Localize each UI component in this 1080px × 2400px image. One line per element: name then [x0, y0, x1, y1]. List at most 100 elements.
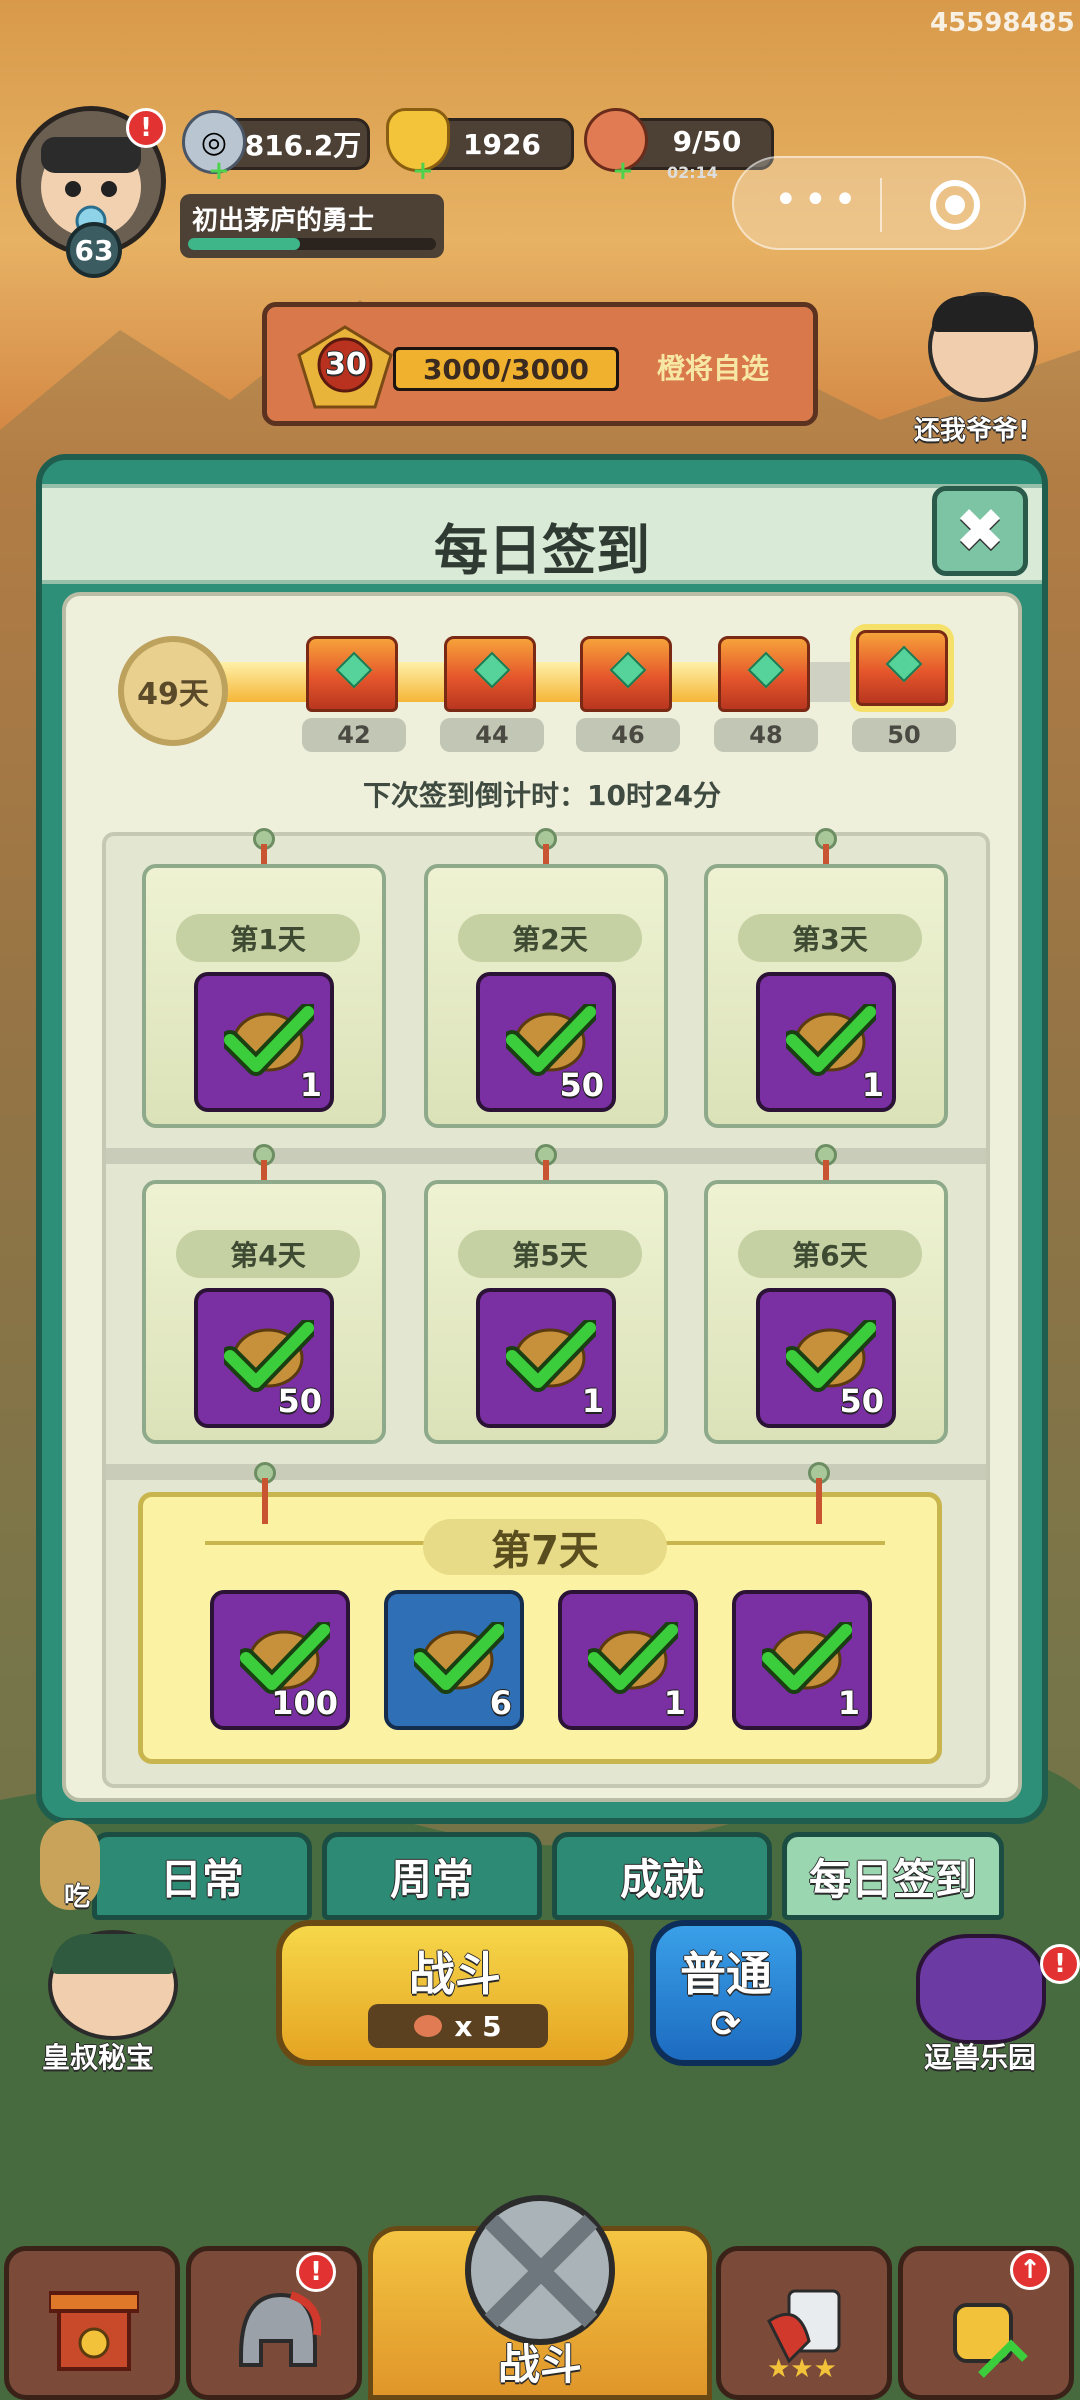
milestone-chest-42[interactable] — [306, 636, 398, 712]
day7-reward-item[interactable]: 1 — [732, 1590, 872, 1730]
battle-cost-value: x 5 — [454, 2009, 502, 2043]
side-event-character[interactable] — [928, 292, 1038, 402]
rank-banner[interactable]: 30 3000/3000 橙将自选 — [262, 302, 818, 426]
upgrade-arrow-badge: ↑ — [1010, 2250, 1050, 2290]
rank-progress-bar: 3000/3000 — [393, 347, 619, 391]
battle-button-label: 战斗 — [409, 1947, 501, 2001]
reward-count: 1 — [299, 1066, 322, 1104]
reward-item[interactable]: 50 — [756, 1288, 896, 1428]
day7-string — [816, 1478, 822, 1524]
exp-bar — [188, 238, 436, 250]
nav-city[interactable] — [4, 2246, 180, 2400]
reward-count: 1 — [663, 1684, 686, 1722]
battle-mode-label: 普通 — [680, 1947, 772, 2001]
nav-battle[interactable]: 战斗 — [368, 2195, 712, 2400]
day-card-4[interactable]: 第4天 50 — [142, 1180, 386, 1444]
reward-count: 50 — [277, 1382, 322, 1420]
day-card-1[interactable]: 第1天 1 — [142, 864, 386, 1128]
milestone-label: 42 — [302, 718, 406, 752]
reward-item[interactable]: 50 — [476, 972, 616, 1112]
milestone-chest-46[interactable] — [580, 636, 672, 712]
day-card-label: 第3天 — [738, 914, 922, 962]
player-title-box: 初出茅庐的勇士 — [180, 194, 444, 258]
player-level: 63 — [66, 222, 122, 278]
reward-item[interactable]: 1 — [756, 972, 896, 1112]
milestone-chest-44[interactable] — [444, 636, 536, 712]
nav-battle-label: 战斗 — [497, 2340, 582, 2389]
day7-string — [262, 1478, 268, 1524]
day-card-label: 第1天 — [176, 914, 360, 962]
more-menu-icon[interactable]: ••• — [774, 180, 857, 222]
rank-progress-text: 3000/3000 — [422, 352, 590, 386]
rank-level: 30 — [325, 347, 367, 382]
day7-reward-item[interactable]: 100 — [210, 1590, 350, 1730]
day7-reward-item[interactable]: 6 — [384, 1590, 524, 1730]
reward-count: 1 — [837, 1684, 860, 1722]
dialog-title-bar: 每日签到 — [42, 484, 1042, 584]
reward-count: 100 — [271, 1684, 338, 1722]
milestone-label: 50 — [852, 718, 956, 752]
battle-swords-icon — [465, 2195, 615, 2345]
days-signed-medal: 49天 — [118, 636, 228, 746]
reward-item[interactable]: 1 — [194, 972, 334, 1112]
close-miniprogram-icon[interactable] — [930, 180, 980, 230]
reward-item[interactable]: 1 — [476, 1288, 616, 1428]
beast-park-label[interactable]: 逗兽乐园 — [924, 2036, 1036, 2076]
royal-uncle-treasure-label[interactable]: 皇叔秘宝 — [42, 2036, 154, 2076]
fist-upgrade-icon — [953, 2303, 1028, 2378]
beast-park-icon[interactable] — [916, 1934, 1046, 2044]
day-card-5[interactable]: 第5天 1 — [424, 1180, 668, 1444]
day7-label: 第7天 — [423, 1519, 667, 1575]
reward-count: 50 — [559, 1066, 604, 1104]
milestone-chest-48[interactable] — [718, 636, 810, 712]
tab-daily[interactable]: 日常 — [92, 1832, 312, 1920]
miniprogram-capsule: ••• — [732, 156, 1026, 250]
day-card-label: 第5天 — [458, 1230, 642, 1278]
drumstick-icon — [414, 2015, 443, 2037]
scroll-stars-icon: ★★★ — [767, 2289, 841, 2381]
gold-add-icon[interactable]: + — [412, 158, 434, 184]
day-card-label: 第6天 — [738, 1230, 922, 1278]
gate-icon — [49, 2291, 139, 2371]
capsule-divider — [880, 178, 882, 232]
beast-park-alert-badge: ! — [1040, 1944, 1080, 1984]
refresh-icon: ⟳ — [710, 2004, 742, 2045]
reward-count: 50 — [839, 1382, 884, 1420]
side-event-label[interactable]: 还我爷爷! — [914, 410, 1030, 447]
silver-add-icon[interactable]: + — [208, 158, 230, 184]
close-button[interactable]: ✖ — [932, 486, 1028, 576]
day-card-label: 第4天 — [176, 1230, 360, 1278]
milestone-chest-50[interactable] — [856, 630, 948, 706]
reward-count: 1 — [581, 1382, 604, 1420]
board-shelf — [106, 1464, 986, 1480]
royal-uncle-treasure-icon[interactable] — [48, 1930, 178, 2040]
day-card-3[interactable]: 第3天 1 — [704, 864, 948, 1128]
day-card-2[interactable]: 第2天 50 — [424, 864, 668, 1128]
day-card-label: 第2天 — [458, 914, 642, 962]
reward-count: 6 — [489, 1684, 512, 1722]
signin-countdown: 下次签到倒计时：10时24分 — [363, 779, 721, 812]
reward-count: 1 — [861, 1066, 884, 1104]
tab-weekly[interactable]: 周常 — [322, 1832, 542, 1920]
rank-emblem: 30 — [295, 325, 395, 409]
tab-daily-signin[interactable]: 每日签到 — [782, 1832, 1004, 1920]
milestone-label: 46 — [576, 718, 680, 752]
tab-achievement[interactable]: 成就 — [552, 1832, 772, 1920]
battle-mode-button[interactable]: 普通 ⟳ — [650, 1920, 802, 2066]
player-title: 初出茅庐的勇士 — [192, 206, 375, 236]
svg-text:★★★: ★★★ — [767, 2354, 837, 2381]
avatar-alert-badge: ! — [126, 108, 166, 148]
reward-item[interactable]: 50 — [194, 1288, 334, 1428]
battle-cost: x 5 — [368, 2004, 548, 2048]
left-partial-label: 吃 — [64, 1882, 91, 1912]
day7-reward-item[interactable]: 1 — [558, 1590, 698, 1730]
battle-button[interactable]: 战斗 x 5 — [276, 1920, 634, 2066]
orange-general-select[interactable]: 橙将自选 — [657, 347, 769, 387]
milestone-label: 48 — [714, 718, 818, 752]
helmet-icon — [239, 2291, 321, 2367]
milestone-label: 44 — [440, 718, 544, 752]
dialog-title: 每日签到 — [434, 519, 650, 582]
stamina-add-icon[interactable]: + — [612, 158, 634, 184]
day-card-6[interactable]: 第6天 50 — [704, 1180, 948, 1444]
nav-generals[interactable]: ★★★ — [716, 2246, 892, 2400]
